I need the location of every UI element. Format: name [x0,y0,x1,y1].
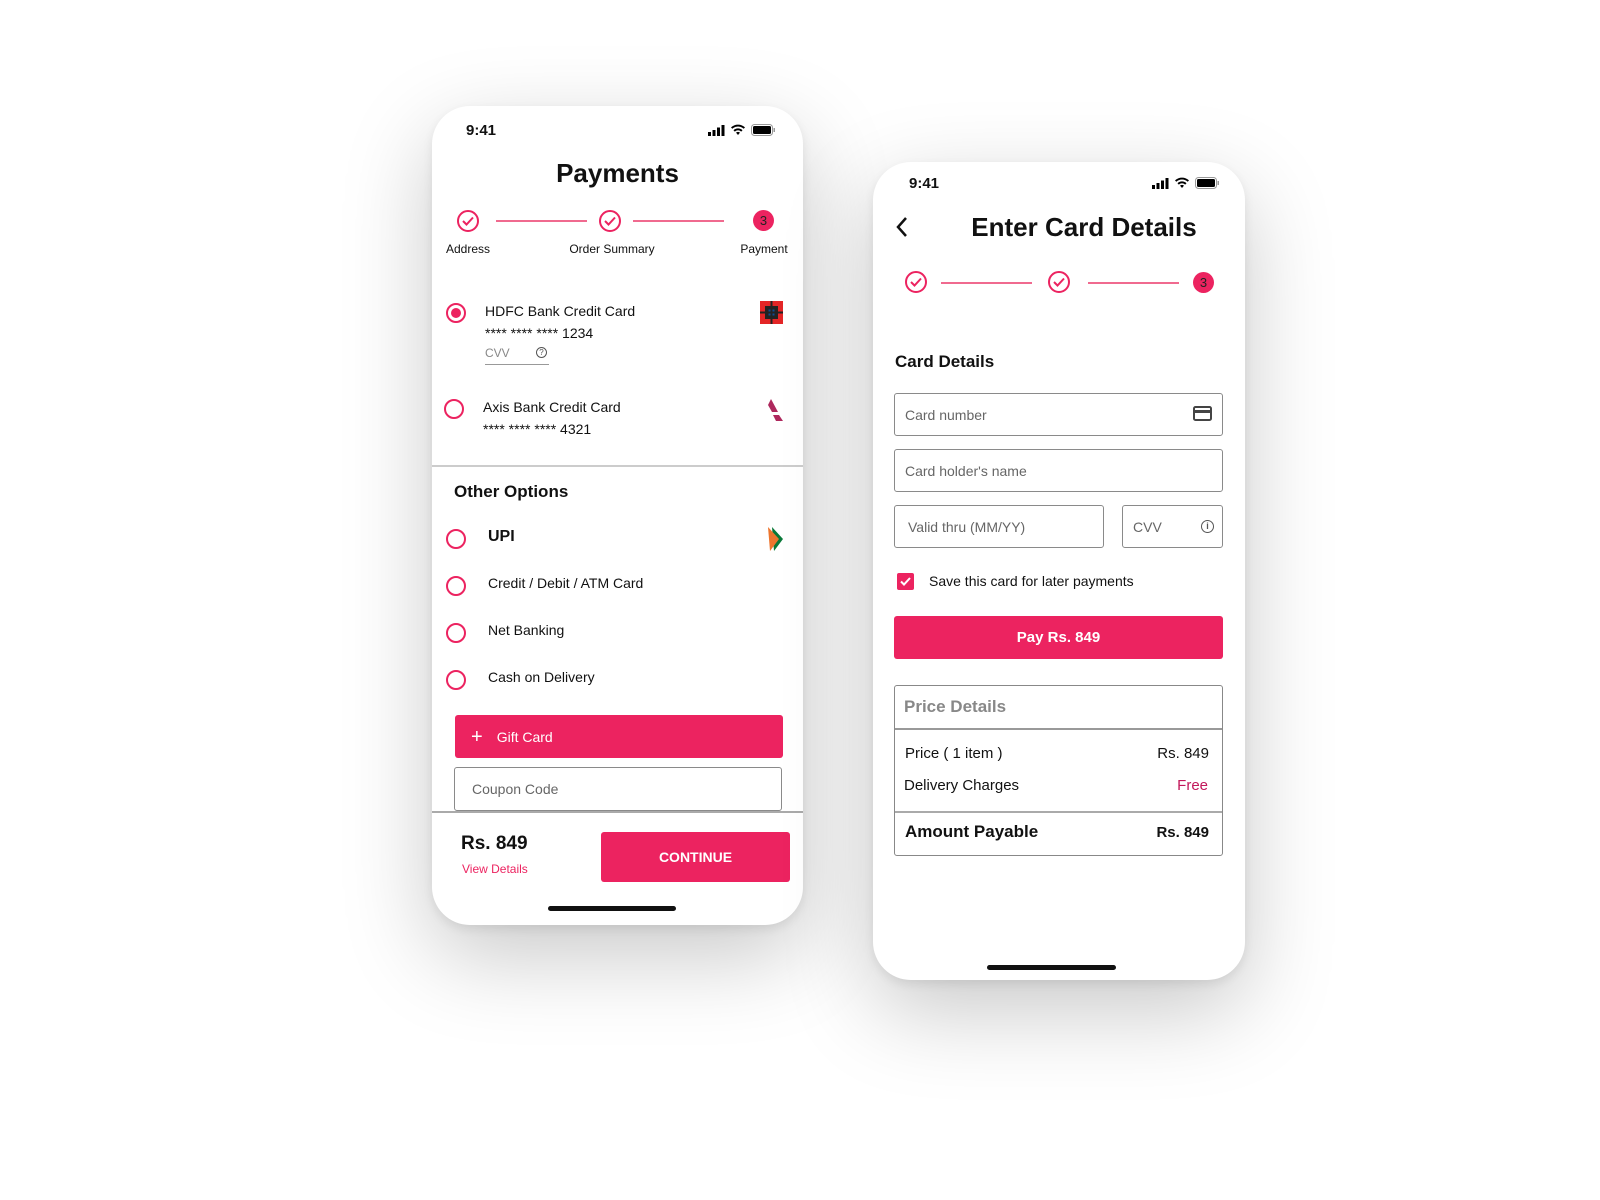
amount-payable-label: Amount Payable [905,822,1039,841]
price-details-title: Price Details [904,697,1007,716]
cod-label: Cash on Delivery [488,669,595,685]
step-1-check-icon [905,271,927,293]
step-address-check-icon [457,210,479,232]
axis-card-radio[interactable] [444,399,464,419]
page-title: Payments [556,158,679,188]
cod-radio[interactable] [446,670,466,690]
home-indicator [987,965,1116,970]
hdfc-logo-icon [760,301,783,324]
valid-thru-placeholder: Valid thru (MM/YY) [908,518,1026,535]
section-title: Card Details [895,352,995,371]
continue-button[interactable]: CONTINUE [601,832,790,882]
battery-icon [751,124,775,136]
page-title: Enter Card Details [971,212,1197,242]
card-holder-placeholder: Card holder's name [905,462,1027,479]
help-icon[interactable]: ? [536,347,547,358]
divider [895,811,1222,813]
valid-thru-input[interactable]: Valid thru (MM/YY) [894,505,1104,548]
price-value: Rs. 849 [1157,745,1209,762]
battery-icon [1195,177,1219,189]
signal-icon [1152,177,1169,189]
card-number-input[interactable]: Card number [894,393,1223,436]
payments-screen: 9:41 Payments 3 Address Order Summary Pa… [432,106,803,925]
plus-icon: + [471,725,483,748]
axis-card-number: **** **** **** 4321 [483,421,592,437]
step-3-number: 3 [1193,272,1214,293]
pay-button[interactable]: Pay Rs. 849 [894,616,1223,659]
status-icons [708,124,775,136]
net-banking-label: Net Banking [488,622,565,638]
back-chevron-icon[interactable] [895,216,909,238]
upi-radio[interactable] [446,529,466,549]
checkmark-icon [900,577,911,586]
step-connector [496,220,587,222]
card-holder-input[interactable]: Card holder's name [894,449,1223,492]
cvv-input[interactable]: CVV ? [485,346,549,365]
save-card-label: Save this card for later payments [929,573,1134,589]
card-option-radio[interactable] [446,576,466,596]
wifi-icon [731,124,745,135]
status-time: 9:41 [909,175,940,192]
wifi-icon [1175,177,1189,188]
step-connector [1088,282,1179,284]
coupon-code-input[interactable]: Coupon Code [454,767,782,811]
card-number-placeholder: Card number [905,406,987,423]
step-label-order-summary: Order Summary [569,242,655,256]
delivery-value: Free [1177,777,1208,794]
net-banking-radio[interactable] [446,623,466,643]
hdfc-card-name: HDFC Bank Credit Card [485,303,636,319]
coupon-placeholder: Coupon Code [472,781,559,797]
card-details-screen: 9:41 Enter Card Details 3 Card Details C… [873,162,1245,980]
credit-card-icon [1193,406,1212,421]
other-options-title: Other Options [454,482,569,501]
step-connector [941,282,1032,284]
card-option-label: Credit / Debit / ATM Card [488,575,644,591]
save-card-checkbox[interactable] [897,573,914,590]
status-icons [1152,177,1219,189]
step-connector [633,220,724,222]
axis-logo-icon [760,399,783,421]
price-label: Price ( 1 item ) [905,745,1003,762]
step-label-payment: Payment [740,242,788,256]
price-details-box: Price Details Price ( 1 item ) Rs. 849 D… [894,685,1223,856]
gift-card-label: Gift Card [496,728,553,745]
view-details-link[interactable]: View Details [462,862,528,876]
axis-card-name: Axis Bank Credit Card [483,399,621,415]
step-2-check-icon [1048,271,1070,293]
cvv-placeholder: CVV [485,346,510,360]
step-payment-number: 3 [753,210,774,231]
home-indicator [548,906,676,911]
status-time: 9:41 [466,122,497,139]
step-order-summary-check-icon [599,210,621,232]
upi-logo-icon [768,527,783,551]
amount-payable-value: Rs. 849 [1156,824,1209,841]
cvv-placeholder: CVV [1133,518,1162,535]
hdfc-card-radio[interactable] [446,303,466,323]
divider [432,465,803,467]
divider [895,728,1222,730]
signal-icon [708,124,725,136]
delivery-label: Delivery Charges [904,777,1020,794]
info-icon[interactable]: i [1201,520,1214,533]
upi-label: UPI [488,528,515,545]
footer-total: Rs. 849 [461,833,528,854]
cvv-input[interactable]: CVV i [1122,505,1223,548]
hdfc-card-number: **** **** **** 1234 [485,325,594,341]
gift-card-button[interactable]: + Gift Card [455,715,783,758]
footer-divider [432,811,803,813]
step-label-address: Address [445,242,491,256]
